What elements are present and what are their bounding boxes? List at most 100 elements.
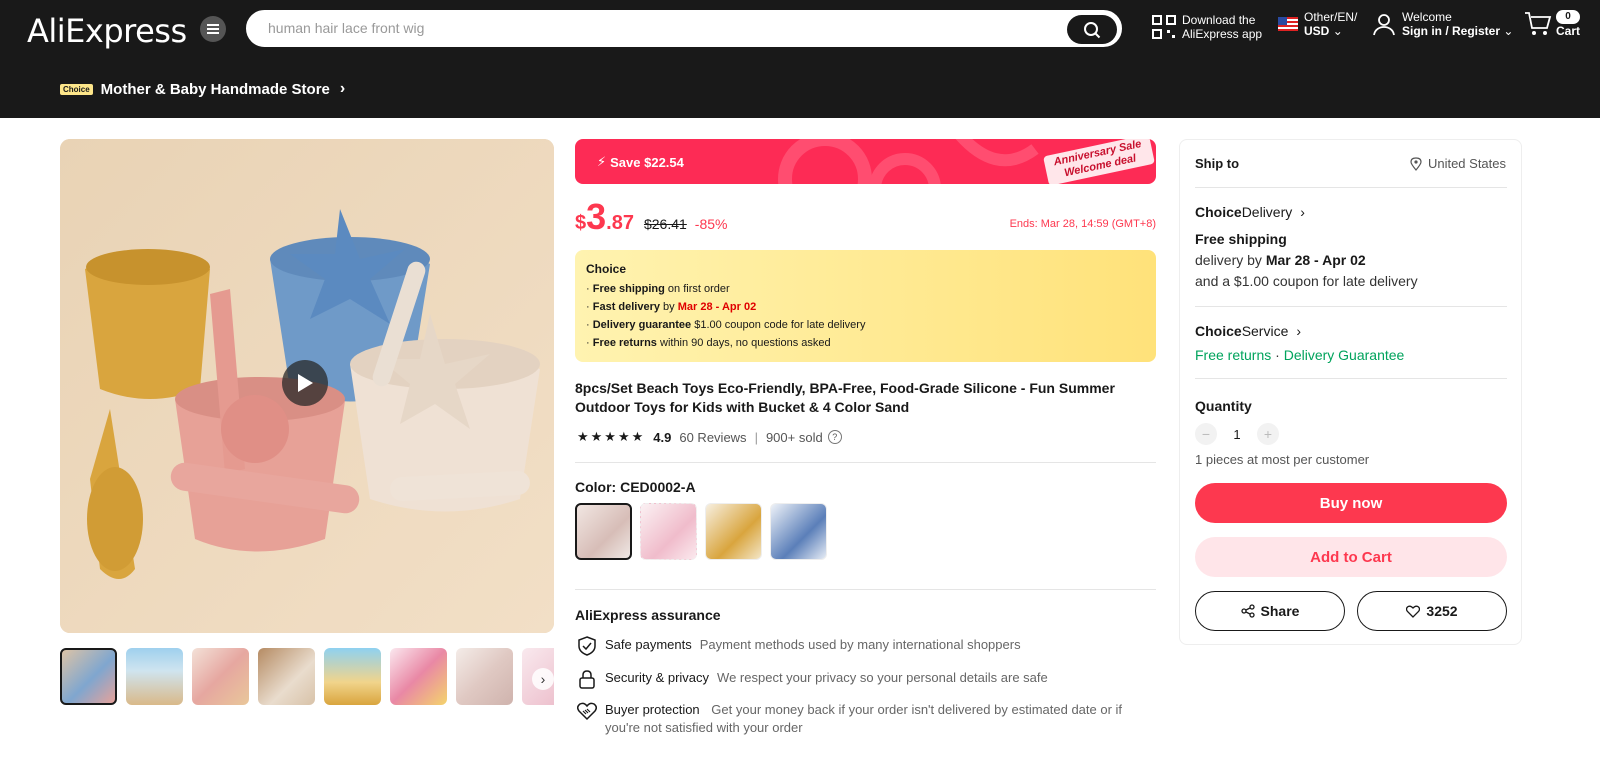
choice-word: Choice — [1195, 204, 1242, 220]
thumbnail-6[interactable] — [390, 648, 447, 705]
assurance-buyer-protection: Buyer protection Get your money back if … — [577, 701, 1157, 737]
shield-check-icon — [578, 636, 596, 656]
store-name: Mother & Baby Handmade Store — [100, 80, 330, 98]
quantity-label: Quantity — [1195, 398, 1252, 414]
choice-delivery-link[interactable]: Choice Delivery › — [1195, 204, 1305, 220]
assurance-title: AliExpress assurance — [575, 607, 721, 623]
reviews-link[interactable]: 60 Reviews — [679, 430, 746, 445]
benefit-free-shipping: · Free shipping on first order — [586, 283, 730, 295]
buy-now-button[interactable]: Buy now — [1195, 483, 1507, 523]
save-amount: ⚡ Save $22.54 — [597, 154, 684, 170]
color-swatch-4[interactable] — [770, 503, 827, 560]
thumbnail-strip — [60, 648, 554, 708]
divider — [1195, 378, 1507, 379]
price-block: $ 3 .87 $26.41 -85% — [575, 196, 727, 238]
lang-line-1: Other/EN/ — [1304, 10, 1358, 24]
currency-label: USD — [1304, 24, 1330, 38]
search-bar — [246, 10, 1122, 47]
sign-in-register[interactable]: Sign in / Register — [1402, 24, 1500, 38]
star-rating-icon: ★★★★★ — [577, 429, 646, 444]
rating-value: 4.9 — [653, 429, 672, 445]
rating-row: ★★★★★ 4.9 60 Reviews | 900+ sold ? — [577, 429, 842, 445]
lock-icon — [579, 670, 595, 689]
handshake-heart-icon — [577, 702, 597, 721]
account-menu[interactable]: Welcome Sign in / Register ⌄ — [1372, 10, 1513, 38]
download-app-link[interactable]: Download the AliExpress app — [1152, 13, 1262, 41]
late-delivery-coupon: and a $1.00 coupon for late delivery — [1195, 273, 1418, 289]
download-line-2: AliExpress app — [1182, 27, 1263, 41]
thumbnail-2[interactable] — [126, 648, 183, 705]
discount-percent: -85% — [694, 216, 728, 232]
main-product-image[interactable] — [60, 139, 554, 633]
save-text: Save $22.54 — [610, 154, 684, 170]
benefit-delivery-guarantee: · Delivery guarantee $1.00 coupon code f… — [586, 319, 866, 331]
choice-service-link[interactable]: Choice Service › — [1195, 323, 1301, 339]
decrease-quantity-button[interactable]: − — [1195, 423, 1217, 445]
store-link[interactable]: Choice Mother & Baby Handmade Store › — [60, 80, 345, 98]
divider — [1195, 187, 1507, 188]
service-features: Free returns · Delivery Guarantee — [1195, 347, 1405, 363]
country-name: United States — [1427, 156, 1506, 171]
language-currency-selector[interactable]: Other/EN/ USD ⌄ — [1278, 10, 1357, 38]
user-icon — [1373, 14, 1395, 36]
quantity-value[interactable]: 1 — [1217, 427, 1257, 442]
delivery-word: Delivery — [1241, 204, 1293, 220]
divider — [575, 589, 1156, 590]
color-label: Color: CED0002-A — [575, 479, 696, 495]
add-to-cart-button[interactable]: Add to Cart — [1195, 537, 1507, 577]
promo-banner: ⚡ Save $22.54 Anniversary Sale Welcome d… — [575, 139, 1156, 184]
aliexpress-logo[interactable]: AliExpress — [27, 12, 187, 50]
thumbnail-7[interactable] — [456, 648, 513, 705]
menu-icon[interactable] — [200, 16, 226, 42]
color-swatch-2[interactable] — [640, 503, 697, 560]
location-pin-icon — [1410, 156, 1422, 171]
sale-end-time: Ends: Mar 28, 14:59 (GMT+8) — [1009, 218, 1156, 230]
divider — [575, 462, 1156, 463]
price-integer: 3 — [586, 196, 607, 237]
quantity-stepper: − 1 + — [1195, 423, 1279, 445]
search-icon — [1084, 21, 1101, 38]
divider — [1195, 306, 1507, 307]
help-icon[interactable]: ? — [827, 430, 842, 444]
play-video-button[interactable] — [282, 360, 328, 406]
service-word: Service — [1241, 323, 1289, 339]
thumbnail-1[interactable] — [60, 648, 117, 705]
us-flag-icon — [1278, 17, 1298, 31]
chevron-down-icon: ⌄ — [1332, 24, 1343, 38]
search-input[interactable] — [268, 20, 1048, 36]
share-label: Share — [1260, 603, 1300, 619]
share-icon — [1240, 604, 1255, 618]
price-currency: $ — [575, 212, 587, 234]
download-line-1: Download the — [1182, 13, 1256, 27]
free-shipping-label: Free shipping — [1195, 231, 1287, 247]
cart-icon — [1525, 12, 1552, 35]
delivery-guarantee-text: Delivery Guarantee — [1283, 347, 1405, 363]
color-swatch-1[interactable] — [575, 503, 632, 560]
assurance-safe-payments: Safe payments Payment methods used by ma… — [577, 636, 1157, 656]
chevron-down-icon: ⌄ — [1503, 24, 1514, 38]
chevron-right-icon: › — [1300, 204, 1305, 220]
thumbnail-4[interactable] — [258, 648, 315, 705]
thumbnail-5[interactable] — [324, 648, 381, 705]
separator: | — [754, 429, 758, 445]
share-button[interactable]: Share — [1195, 591, 1345, 631]
qr-code-icon — [1152, 15, 1176, 39]
choice-title: Choice — [586, 262, 627, 276]
purchase-panel: Ship to United States Choice Delivery › … — [1179, 139, 1522, 645]
color-swatch-3[interactable] — [705, 503, 762, 560]
choice-badge: Choice — [60, 83, 93, 95]
lightning-icon: ⚡ — [597, 154, 607, 169]
benefit-free-returns: · Free returns within 90 days, no questi… — [586, 337, 831, 349]
cart-count-badge: 0 — [1556, 10, 1581, 24]
wishlist-button[interactable]: 3252 — [1357, 591, 1507, 631]
cart-link[interactable]: 0 Cart — [1524, 10, 1581, 38]
quantity-limit-note: 1 pieces at most per customer — [1195, 452, 1370, 467]
thumbnail-3[interactable] — [192, 648, 249, 705]
product-title: 8pcs/Set Beach Toys Eco-Friendly, BPA-Fr… — [575, 380, 1115, 415]
ship-to-country[interactable]: United States — [1410, 156, 1506, 171]
assurance-security-privacy: Security & privacy We respect your priva… — [577, 669, 1157, 689]
increase-quantity-button[interactable]: + — [1257, 423, 1279, 445]
search-button[interactable] — [1067, 15, 1117, 44]
welcome-text: Welcome — [1402, 10, 1452, 24]
thumbnail-next-arrow[interactable]: › — [532, 668, 554, 690]
